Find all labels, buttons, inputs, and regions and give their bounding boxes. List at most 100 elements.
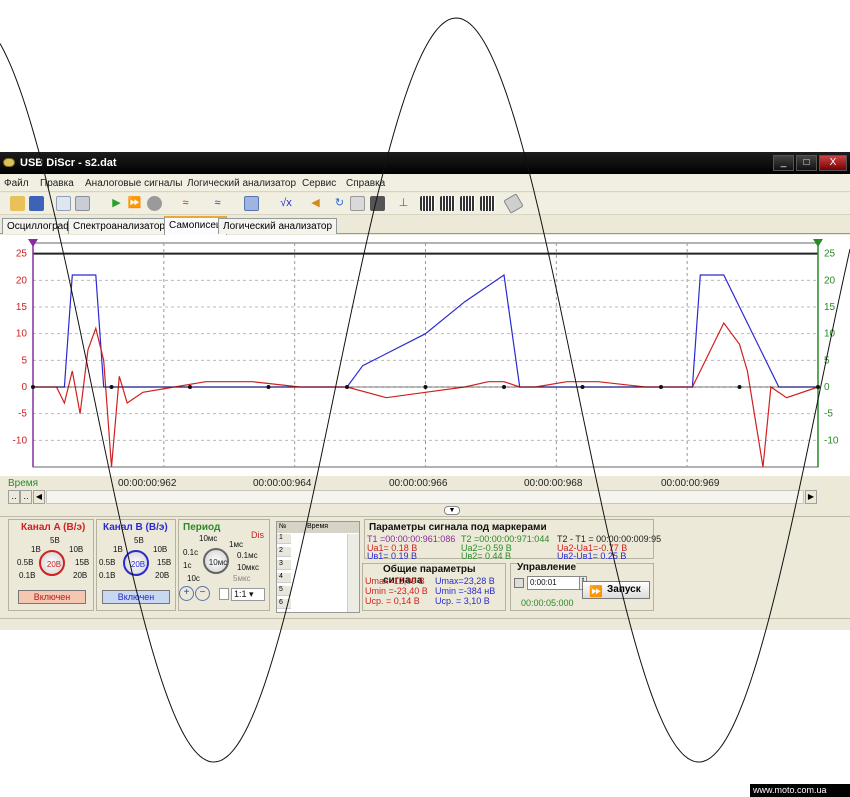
- save-icon[interactable]: [29, 196, 44, 211]
- scroll-zoom-out-button[interactable]: ‥: [8, 490, 20, 504]
- table-row[interactable]: 6: [277, 599, 291, 609]
- print-icon[interactable]: [75, 196, 90, 211]
- y-tick-label-left: -5: [18, 409, 27, 420]
- table-row[interactable]: 4: [277, 573, 291, 583]
- y-tick-label-right: 15: [824, 302, 836, 313]
- speaker-icon[interactable]: ◀: [308, 196, 323, 211]
- marker-params-title: Параметры сигнала под маркерами: [369, 522, 547, 533]
- menu-logic-analyzer[interactable]: Логический анализатор: [187, 178, 296, 189]
- ratio-select[interactable]: 1:1 ▾: [231, 588, 265, 601]
- stop-square-icon[interactable]: [514, 578, 524, 588]
- knob-label: 10мс: [199, 534, 218, 543]
- stop-icon[interactable]: [147, 196, 162, 211]
- channel-4-icon[interactable]: [480, 196, 495, 211]
- menu-help[interactable]: Справка: [346, 178, 385, 189]
- zoom-in-icon[interactable]: +: [179, 586, 194, 601]
- toolbar: ▶ ⏩ ≈ ≈ √x ◀ ↻ ⊥: [0, 193, 850, 215]
- run-button[interactable]: ⏩ Запуск: [582, 581, 650, 599]
- tab-spectrum-analyzer[interactable]: Спектроанализатор: [68, 218, 170, 234]
- y-tick-label-right: -5: [824, 409, 833, 420]
- channel-a-title: Канал A (В/э): [21, 522, 86, 533]
- knob-label: 15В: [75, 558, 90, 567]
- collapse-panel-button[interactable]: ▼: [444, 506, 460, 515]
- a-avg-value: Uср. = 0,14 В: [365, 596, 420, 606]
- tab-oscilloscope[interactable]: Осциллограф: [2, 218, 77, 234]
- y-tick-label-left: 5: [21, 355, 27, 366]
- y-tick-label-left: -10: [13, 435, 28, 446]
- open-folder-icon[interactable]: [10, 196, 25, 211]
- y-tick-label-left: 20: [16, 275, 28, 286]
- knob-label: 1мс: [229, 540, 243, 549]
- zero-line-dot: [31, 385, 35, 389]
- knob-label: 1В: [31, 545, 41, 554]
- table-row[interactable]: 2: [277, 547, 291, 557]
- signal-b-icon[interactable]: ≈: [210, 196, 225, 211]
- maximize-button[interactable]: □: [796, 155, 817, 171]
- period-knob[interactable]: 10мс: [203, 548, 229, 574]
- channel-3-icon[interactable]: [460, 196, 475, 211]
- close-button[interactable]: X: [819, 155, 847, 171]
- table-row[interactable]: 1: [277, 534, 291, 544]
- y-tick-label-left: 15: [16, 302, 28, 313]
- tab-logic-analyzer[interactable]: Логический анализатор: [218, 218, 338, 234]
- window-title: USB DiScr - s2.dat: [20, 157, 117, 169]
- zero-line-dot: [423, 385, 428, 389]
- y-tick-label-left: 10: [16, 329, 28, 340]
- zoom-out-icon[interactable]: −: [195, 586, 210, 601]
- ratio-value: 1:1: [234, 589, 247, 599]
- zoom-reset-icon[interactable]: [219, 588, 229, 600]
- horizontal-scrollbar[interactable]: [46, 490, 804, 504]
- zero-line-dot: [109, 385, 114, 389]
- run-button-label: Запуск: [607, 584, 641, 595]
- menu-file[interactable]: Файл: [4, 178, 29, 189]
- play-step-icon[interactable]: ⏩: [127, 196, 142, 211]
- chart[interactable]: 25 25 20 20 15 15 10 10 5 5 0 0 -5 -5 -10 -10: [0, 235, 850, 475]
- status-bar: [0, 618, 850, 630]
- plot-area[interactable]: 25 25 20 20 15 15 10 10 5 5 0 0 -5 -5 -10 -10: [0, 235, 850, 505]
- channel-b-group: Канал B (В/э) 5В 1В 10В 0.5В 15В 0.1В 20…: [96, 519, 176, 611]
- period-group: Период Dis 10мс 1мс 0.1с 0.1мс 1с 10мкс …: [178, 519, 270, 611]
- menu-service[interactable]: Сервис: [302, 178, 336, 189]
- sqrt-icon[interactable]: √x: [276, 196, 296, 211]
- knob-label: 0.5В: [17, 558, 34, 567]
- knob-label: 0.1с: [183, 548, 199, 557]
- knob-label: 20В: [73, 571, 88, 580]
- play-icon[interactable]: ▶: [109, 196, 124, 211]
- copy-icon[interactable]: [350, 196, 365, 211]
- print-preview-icon[interactable]: [56, 196, 71, 211]
- y-tick-label-right: -10: [824, 435, 839, 446]
- table-row[interactable]: 5: [277, 586, 291, 596]
- channel-2-icon[interactable]: [440, 196, 455, 211]
- scroll-left-button[interactable]: ◀: [33, 490, 45, 504]
- knob-label: 0.1В: [19, 571, 36, 580]
- table-icon[interactable]: [244, 196, 259, 211]
- time-axis-row: Время 00:00:00:962 00:00:00:964 00:00:00…: [0, 476, 850, 516]
- channel-1-icon[interactable]: [420, 196, 435, 211]
- b-min-value: Umin =-384 нВ: [435, 586, 496, 596]
- eraser-icon[interactable]: [503, 193, 524, 214]
- app-icon: [3, 158, 15, 167]
- knob-label: 1В: [113, 545, 123, 554]
- scroll-right-button[interactable]: ▶: [805, 490, 817, 504]
- save-disk-icon[interactable]: [370, 196, 385, 211]
- channel-a-enable-button[interactable]: Включен: [18, 590, 86, 604]
- x-tick-label: 00:00:00:969: [661, 478, 720, 489]
- knob-label: 10В: [153, 545, 168, 554]
- menu-bar: Файл Правка Аналоговые сигналы Логически…: [0, 174, 850, 192]
- knob-label: 10с: [187, 574, 200, 583]
- marker-table[interactable]: № Время 1 2 3 4 5 6: [276, 521, 360, 613]
- minimize-button[interactable]: _: [773, 155, 794, 171]
- channel-b-title: Канал B (В/э): [103, 522, 168, 533]
- export-icon[interactable]: ⊥: [396, 196, 411, 211]
- channel-a-knob[interactable]: 20В: [39, 550, 65, 576]
- channel-b-enable-button[interactable]: Включен: [102, 590, 170, 604]
- channel-b-knob[interactable]: 20В: [123, 550, 149, 576]
- table-row[interactable]: 3: [277, 560, 291, 570]
- signal-a-icon[interactable]: ≈: [178, 196, 193, 211]
- scroll-zoom-in-button[interactable]: ‥: [20, 490, 32, 504]
- time-input[interactable]: 0:00:01: [527, 576, 581, 590]
- menu-edit[interactable]: Правка: [40, 178, 74, 189]
- menu-analog-signals[interactable]: Аналоговые сигналы: [85, 178, 182, 189]
- refresh-icon[interactable]: ↻: [332, 196, 347, 211]
- marker-table-scrollbar[interactable]: [347, 534, 359, 612]
